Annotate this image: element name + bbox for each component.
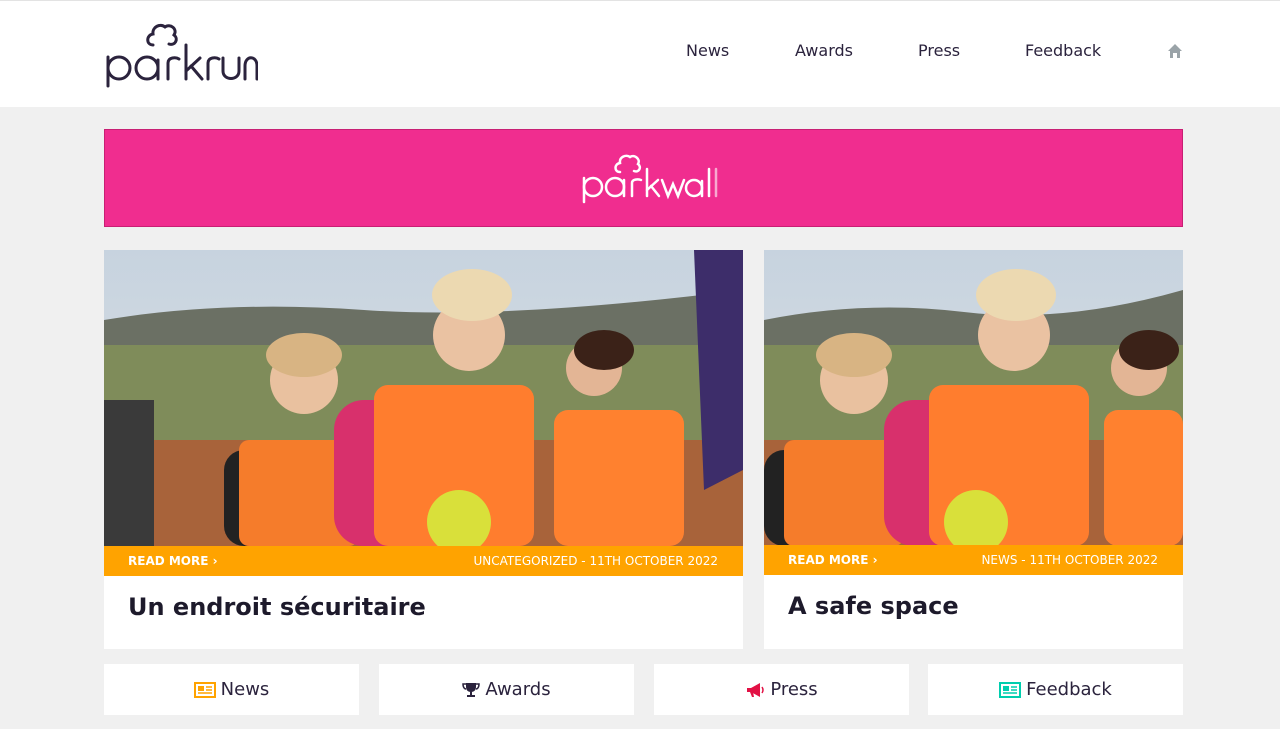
tile-label: Press — [770, 679, 818, 700]
tile-label: Awards — [485, 679, 551, 700]
read-more-link[interactable]: READ MORE › — [128, 554, 218, 568]
tile-news[interactable]: News — [104, 664, 359, 715]
post-title[interactable]: A safe space — [788, 592, 959, 620]
post-photo[interactable] — [104, 250, 743, 546]
post-meta: UNCATEGORIZED - 11TH OCTOBER 2022 — [473, 554, 719, 568]
post-card[interactable]: READ MORE › UNCATEGORIZED - 11TH OCTOBER… — [104, 250, 743, 649]
post-meta: NEWS - 11TH OCTOBER 2022 — [981, 553, 1158, 567]
tile-press[interactable]: Press — [654, 664, 909, 715]
megaphone-icon — [747, 682, 765, 697]
post-meta-bar: READ MORE › NEWS - 11TH OCTOBER 2022 — [764, 545, 1183, 575]
parkwalk-banner[interactable] — [104, 129, 1183, 227]
tile-label: News — [220, 679, 270, 700]
newspaper-icon — [999, 681, 1022, 698]
read-more-link[interactable]: READ MORE › — [788, 553, 878, 567]
post-meta-bar: READ MORE › UNCATEGORIZED - 11TH OCTOBER… — [104, 546, 743, 576]
tile-awards[interactable]: Awards — [379, 664, 634, 715]
nav-item-press[interactable]: Press — [918, 41, 960, 60]
parkwalk-logo — [582, 154, 718, 204]
nav-item-awards[interactable]: Awards — [795, 41, 853, 60]
trophy-icon — [462, 682, 481, 697]
post-photo[interactable] — [764, 250, 1183, 546]
tile-label: Feedback — [1026, 679, 1112, 700]
home-icon[interactable] — [1167, 43, 1183, 59]
newspaper-icon — [193, 681, 216, 698]
nav-item-feedback[interactable]: Feedback — [1025, 41, 1101, 60]
site-header: News Awards Press Feedback — [0, 0, 1280, 107]
nav-item-news[interactable]: News — [686, 41, 729, 60]
post-title[interactable]: Un endroit sécuritaire — [128, 593, 426, 621]
main-nav: News Awards Press Feedback — [0, 41, 1280, 65]
tile-feedback[interactable]: Feedback — [928, 664, 1183, 715]
post-card[interactable]: READ MORE › NEWS - 11TH OCTOBER 2022 A s… — [764, 250, 1183, 649]
